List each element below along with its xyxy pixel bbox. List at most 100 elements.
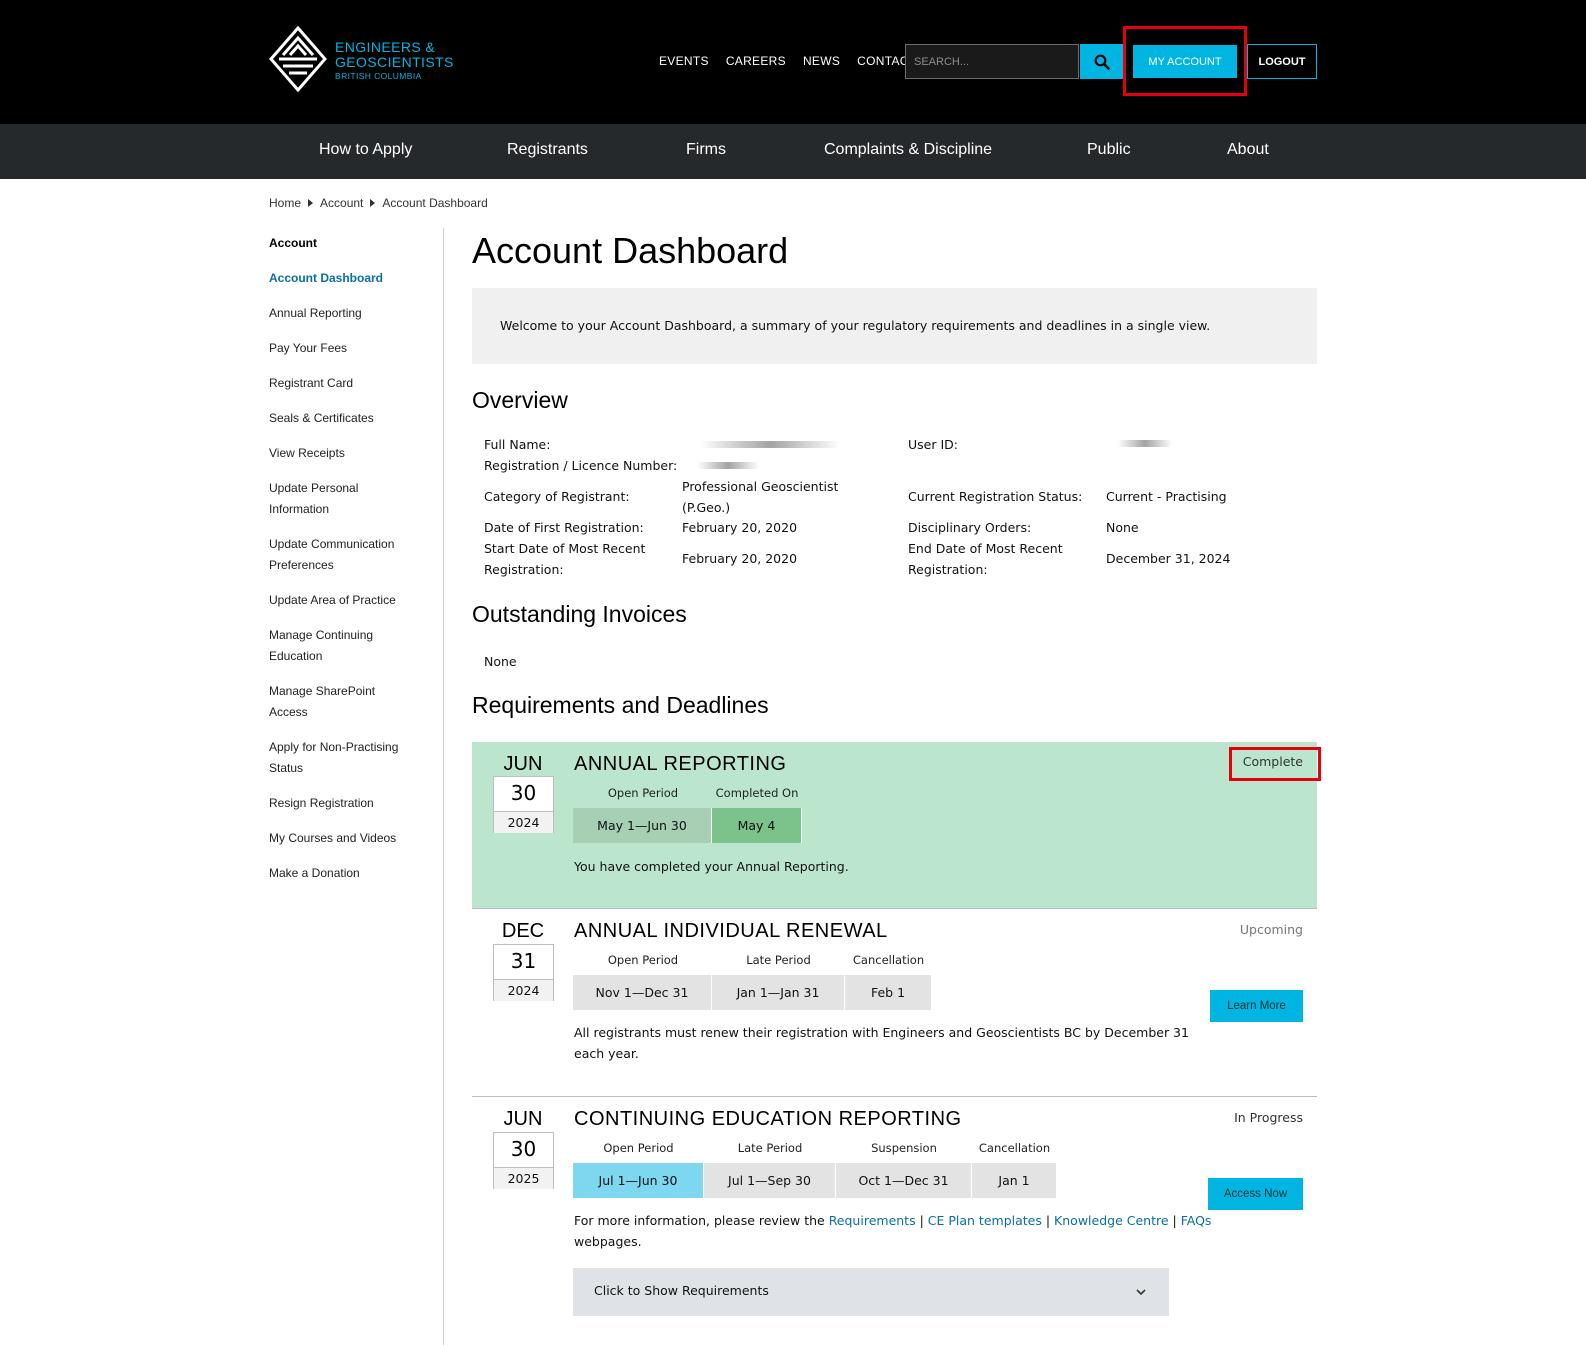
renewal-late-period: Jan 1—Jan 31 bbox=[712, 975, 845, 1010]
sidebar-item-update-area-of-practice[interactable]: Update Area of Practice bbox=[269, 590, 429, 611]
my-account-button[interactable]: MY ACCOUNT bbox=[1133, 45, 1237, 78]
ce-title: CONTINUING EDUCATION REPORTING bbox=[574, 1108, 962, 1130]
sidebar-item-pay-fees[interactable]: Pay Your Fees bbox=[269, 338, 429, 359]
main-nav-how-to-apply[interactable]: How to Apply bbox=[319, 141, 412, 159]
disciplinary-label: Disciplinary Orders: bbox=[908, 520, 1032, 535]
show-requirements-label: Click to Show Requirements bbox=[594, 1283, 769, 1298]
overview-heading: Overview bbox=[472, 387, 568, 413]
sidebar-item-non-practising[interactable]: Apply for Non-Practising Status bbox=[269, 737, 419, 779]
logo-line-2: GEOSCIENTISTS bbox=[335, 54, 454, 70]
ce-link-faqs[interactable]: FAQs bbox=[1181, 1213, 1212, 1228]
show-requirements-toggle[interactable]: Click to Show Requirements bbox=[573, 1268, 1169, 1316]
sidebar-item-donation[interactable]: Make a Donation bbox=[269, 863, 429, 884]
logo-line-1: ENGINEERS & bbox=[335, 39, 436, 55]
sidebar-item-update-personal[interactable]: Update Personal Information bbox=[269, 478, 379, 520]
requirements-heading: Requirements and Deadlines bbox=[472, 692, 769, 718]
renewal-description-line-1: All registrants must renew their registr… bbox=[574, 1025, 1189, 1040]
sidebar-heading: Account bbox=[269, 236, 317, 250]
page-title: Account Dashboard bbox=[472, 230, 789, 271]
sidebar-item-courses-videos[interactable]: My Courses and Videos bbox=[269, 828, 429, 849]
ce-open-period: Jul 1—Jun 30 bbox=[573, 1163, 704, 1198]
main-nav-firms[interactable]: Firms bbox=[686, 141, 726, 159]
ce-label-late: Late Period bbox=[737, 1141, 803, 1155]
main-nav-about[interactable]: About bbox=[1227, 141, 1269, 159]
renewal-status: Upcoming bbox=[1239, 922, 1303, 937]
reg-number-label: Registration / Licence Number: bbox=[484, 458, 678, 473]
nav-link-events[interactable]: EVENTS bbox=[659, 54, 709, 68]
first-reg-label: Date of First Registration: bbox=[484, 520, 644, 535]
site-logo[interactable]: ENGINEERS & GEOSCIENTISTS BRITISH COLUMB… bbox=[269, 26, 459, 92]
breadcrumb-account[interactable]: Account bbox=[320, 196, 363, 210]
start-recent-value: February 20, 2020 bbox=[682, 551, 798, 566]
sidebar-item-account-dashboard[interactable]: Account Dashboard bbox=[269, 268, 429, 289]
ce-link-knowledge-centre[interactable]: Knowledge Centre bbox=[1054, 1213, 1168, 1228]
status-label: Current Registration Status: bbox=[908, 489, 1083, 504]
annual-reporting-title: ANNUAL REPORTING bbox=[574, 753, 787, 775]
full-name-label: Full Name: bbox=[484, 437, 551, 452]
nav-link-careers[interactable]: CAREERS bbox=[726, 54, 786, 68]
renewal-label-open: Open Period bbox=[607, 953, 679, 967]
logo-line-3: BRITISH COLUMBIA bbox=[335, 71, 422, 81]
renewal-year: 2024 bbox=[494, 979, 553, 1001]
redacted-user-id bbox=[1118, 440, 1172, 447]
status-highlight bbox=[1229, 747, 1321, 781]
annual-reporting-year: 2024 bbox=[494, 811, 553, 833]
start-recent-label: Start Date of Most Recent Registration: bbox=[484, 541, 646, 577]
breadcrumb-home[interactable]: Home bbox=[269, 196, 301, 210]
category-label: Category of Registrant: bbox=[484, 489, 630, 504]
logout-button[interactable]: LOGOUT bbox=[1247, 44, 1317, 79]
ce-date: 30 2025 bbox=[493, 1132, 554, 1189]
diamond-logo-icon bbox=[269, 26, 327, 92]
card-divider bbox=[472, 1096, 1317, 1097]
sidebar-item-manage-sharepoint[interactable]: Manage SharePoint Access bbox=[269, 681, 389, 723]
status-value: Current - Practising bbox=[1106, 489, 1227, 504]
search-button[interactable] bbox=[1080, 44, 1123, 79]
first-reg-value: February 20, 2020 bbox=[682, 520, 798, 535]
ce-link-separator: | bbox=[1168, 1213, 1181, 1228]
redacted-full-name bbox=[700, 441, 840, 448]
annual-reporting-description: You have completed your Annual Reporting… bbox=[574, 859, 849, 874]
access-now-button[interactable]: Access Now bbox=[1208, 1178, 1303, 1210]
sidebar-item-registrant-card[interactable]: Registrant Card bbox=[269, 373, 429, 394]
renewal-title: ANNUAL INDIVIDUAL RENEWAL bbox=[574, 920, 888, 942]
renewal-month: DEC bbox=[501, 920, 545, 942]
ce-label-open: Open Period bbox=[603, 1141, 674, 1155]
ce-link-plan-templates[interactable]: CE Plan templates bbox=[928, 1213, 1042, 1228]
ce-label-cancellation: Cancellation bbox=[978, 1141, 1051, 1155]
annual-reporting-month: JUN bbox=[503, 753, 543, 775]
search-icon bbox=[1094, 54, 1110, 70]
main-nav-registrants[interactable]: Registrants bbox=[507, 141, 588, 159]
search-input[interactable] bbox=[905, 44, 1079, 79]
breadcrumb: Home Account Account Dashboard bbox=[269, 196, 488, 210]
renewal-cancellation: Feb 1 bbox=[845, 975, 932, 1010]
top-header: ENGINEERS & GEOSCIENTISTS BRITISH COLUMB… bbox=[0, 0, 1586, 124]
welcome-banner: Welcome to your Account Dashboard, a sum… bbox=[472, 288, 1317, 364]
learn-more-button[interactable]: Learn More bbox=[1210, 990, 1303, 1022]
welcome-text: Welcome to your Account Dashboard, a sum… bbox=[500, 318, 1211, 333]
sidebar-item-update-communication[interactable]: Update Communication Preferences bbox=[269, 534, 419, 576]
chevron-down-icon bbox=[1136, 1289, 1146, 1296]
sidebar-item-view-receipts[interactable]: View Receipts bbox=[269, 443, 429, 464]
sidebar-item-resign[interactable]: Resign Registration bbox=[269, 793, 429, 814]
nav-link-news[interactable]: NEWS bbox=[803, 54, 840, 68]
annual-reporting-label-open: Open Period bbox=[607, 786, 679, 800]
utility-nav: EVENTS CAREERS NEWS CONTACT bbox=[659, 54, 916, 68]
user-id-label: User ID: bbox=[908, 437, 958, 452]
ce-link-requirements[interactable]: Requirements bbox=[829, 1213, 916, 1228]
sidebar-item-manage-ce[interactable]: Manage Continuing Education bbox=[269, 625, 389, 667]
ce-year: 2025 bbox=[494, 1167, 553, 1189]
renewal-description-line-2: each year. bbox=[574, 1046, 639, 1061]
ce-cancellation: Jan 1 bbox=[972, 1163, 1057, 1198]
renewal-label-cancellation: Cancellation bbox=[852, 953, 925, 967]
ce-day: 30 bbox=[510, 1137, 537, 1161]
ce-label-suspension: Suspension bbox=[871, 1141, 937, 1155]
main-nav-complaints[interactable]: Complaints & Discipline bbox=[824, 141, 992, 159]
sidebar-item-seals-certificates[interactable]: Seals & Certificates bbox=[269, 408, 429, 429]
disciplinary-value: None bbox=[1106, 520, 1139, 535]
main-nav-public[interactable]: Public bbox=[1087, 141, 1131, 159]
annual-reporting-label-completed: Completed On bbox=[715, 786, 799, 800]
breadcrumb-current: Account Dashboard bbox=[382, 196, 488, 210]
sidebar-item-annual-reporting[interactable]: Annual Reporting bbox=[269, 303, 429, 324]
annual-reporting-day: 30 bbox=[510, 781, 537, 805]
breadcrumb-arrow-icon bbox=[308, 199, 314, 207]
